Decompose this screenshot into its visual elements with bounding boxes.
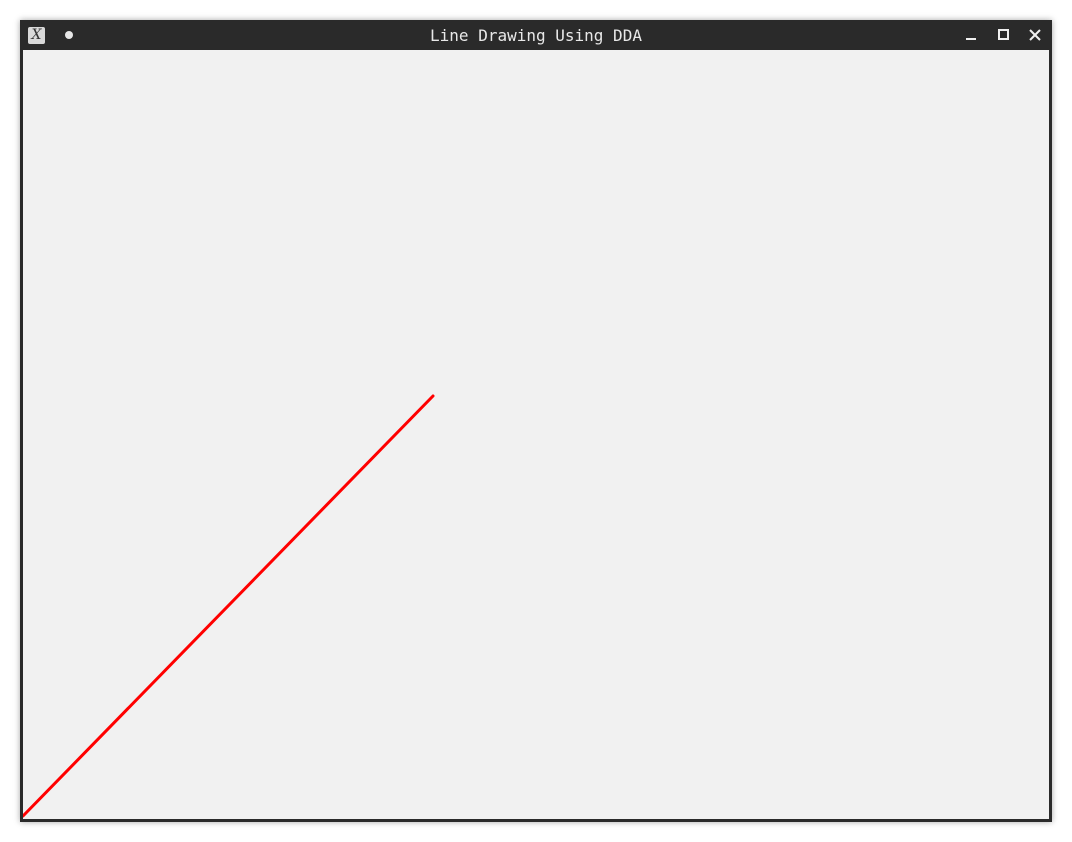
maximize-icon (998, 29, 1009, 40)
drawing-canvas[interactable] (23, 50, 1049, 819)
minimize-icon (966, 38, 976, 40)
window-title: Line Drawing Using DDA (430, 26, 642, 45)
dda-line (23, 394, 435, 818)
close-icon (1029, 29, 1041, 41)
drawing-surface (23, 394, 435, 818)
title-bar[interactable]: X Line Drawing Using DDA (20, 20, 1052, 50)
maximize-button[interactable] (994, 26, 1012, 44)
x11-app-icon[interactable]: X (28, 27, 45, 44)
app-window: X Line Drawing Using DDA (20, 20, 1052, 822)
minimize-button[interactable] (962, 26, 980, 44)
close-button[interactable] (1026, 26, 1044, 44)
sticky-pin-icon[interactable] (65, 31, 73, 39)
